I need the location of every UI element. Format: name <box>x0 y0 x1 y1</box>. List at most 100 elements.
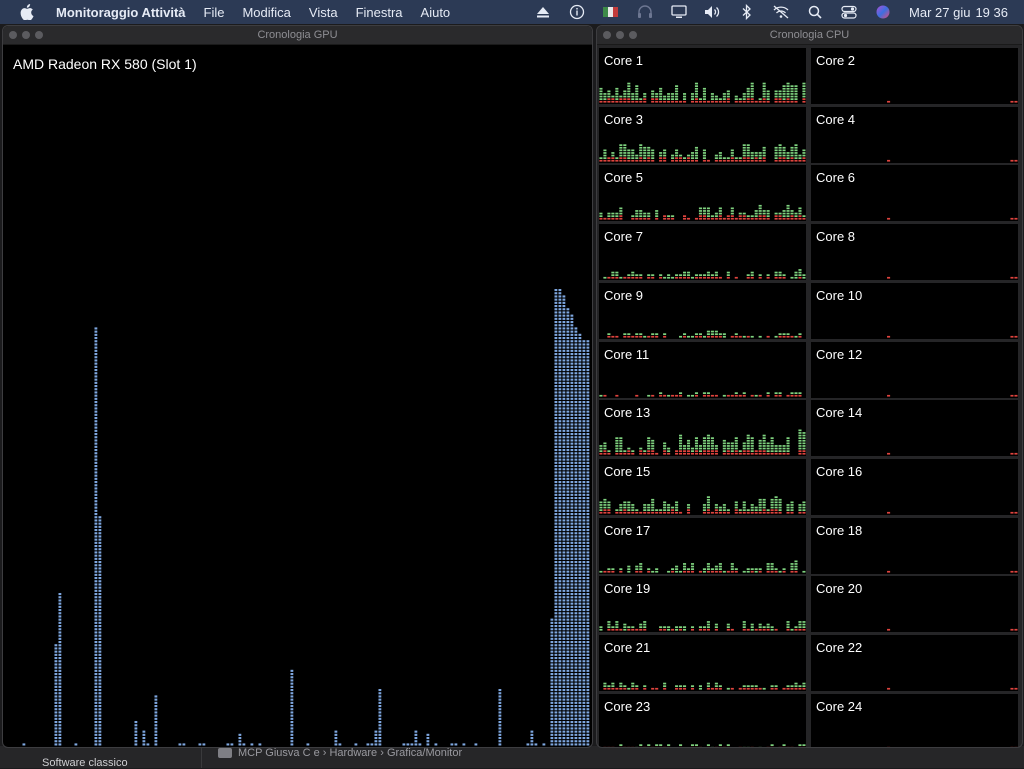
core-history-bar <box>599 570 603 573</box>
core-history-bar <box>782 567 786 573</box>
core-history-bar <box>734 95 738 103</box>
core-history-bar <box>794 560 798 573</box>
siri-icon[interactable] <box>866 0 900 24</box>
core-history-bar <box>686 440 691 455</box>
cpu-window-titlebar[interactable]: Cronologia CPU <box>597 26 1022 45</box>
info-icon[interactable] <box>560 0 594 24</box>
core-history-bar <box>631 746 635 747</box>
core-history-bar <box>702 567 706 573</box>
core-panel-4: Core 4 <box>811 106 1018 163</box>
core-history-bar <box>802 570 806 573</box>
core-history-bar <box>710 215 714 220</box>
core-panel-24: Core 24 <box>811 693 1018 747</box>
core-history-bar <box>651 746 655 747</box>
sidebar-item-software-classico[interactable]: Software classico <box>42 757 128 769</box>
gpu-history-bar <box>238 733 242 746</box>
gpu-window-titlebar[interactable]: Cronologia GPU <box>3 26 592 45</box>
core-history-bar <box>766 562 770 573</box>
core-panel-13: Core 13 <box>599 400 806 457</box>
core-history-bar <box>750 394 754 397</box>
search-icon[interactable] <box>798 0 832 24</box>
core-panel-23: Core 23 <box>599 693 806 747</box>
core-history-bar <box>754 450 758 455</box>
core-history-bar <box>762 498 766 514</box>
core-history-bar <box>798 621 802 631</box>
core-history-bar <box>718 276 722 279</box>
core-history-bar <box>702 207 706 220</box>
core-history-bar <box>671 629 675 631</box>
zoom-button[interactable] <box>35 31 43 39</box>
menu-modifica[interactable]: Modifica <box>242 5 290 20</box>
core-history-bar <box>786 151 790 162</box>
gpu-history-bar <box>366 743 370 746</box>
app-menu[interactable]: Monitoraggio Attività <box>56 5 186 20</box>
gpu-history-bar <box>198 743 202 746</box>
menu-aiuto[interactable]: Aiuto <box>421 5 451 20</box>
core-panel-6: Core 6 <box>811 165 1018 222</box>
apple-menu-icon[interactable] <box>16 0 38 24</box>
core-history-bar <box>627 501 631 514</box>
zoom-button[interactable] <box>629 31 637 39</box>
menu-finestra[interactable]: Finestra <box>356 5 403 20</box>
minimize-button[interactable] <box>616 31 624 39</box>
core-history-bar <box>651 274 655 279</box>
core-history-bar <box>611 626 615 631</box>
volume-icon[interactable] <box>696 0 730 24</box>
core-history-bar <box>690 626 695 631</box>
core-history-bar <box>790 85 794 103</box>
core-history-bar <box>619 437 623 455</box>
core-history-bar <box>766 274 770 279</box>
core-history-bar <box>762 626 766 631</box>
core-history-bar <box>726 442 730 455</box>
eject-icon[interactable] <box>526 0 560 24</box>
core-history-bar <box>774 629 778 631</box>
core-history-bar <box>706 330 710 338</box>
core-history-bar <box>663 95 667 103</box>
core-history-bar <box>643 335 647 338</box>
headphones-icon[interactable] <box>628 0 662 24</box>
wifi-off-icon[interactable] <box>764 0 798 24</box>
core-history-bar <box>887 746 891 747</box>
core-label: Core 7 <box>604 229 644 245</box>
minimize-button[interactable] <box>22 31 30 39</box>
menu-file[interactable]: File <box>204 5 225 20</box>
core-history-bar <box>643 685 647 690</box>
core-history-bar <box>635 746 639 747</box>
core-label: Core 9 <box>604 287 644 303</box>
close-button[interactable] <box>9 31 17 39</box>
breadcrumb-path[interactable]: MCP Giusva C e › Hardware › Grafica/Moni… <box>238 747 462 759</box>
gpu-window-title: Cronologia GPU <box>257 29 338 41</box>
core-history-bar <box>698 445 702 455</box>
core-history-bar <box>667 626 671 631</box>
menu-clock[interactable]: Mar 27 giu 19 36 <box>904 5 1008 20</box>
core-history-bar <box>798 154 802 162</box>
core-history-bar <box>802 82 806 103</box>
core-history-bar <box>730 562 734 573</box>
core-history-bar <box>607 567 611 573</box>
close-button[interactable] <box>603 31 611 39</box>
core-history-bar <box>774 445 778 455</box>
core-history-bar <box>778 143 782 162</box>
core-history-bar <box>698 207 702 220</box>
core-history-bar <box>627 687 631 690</box>
core-history-bar <box>623 90 627 103</box>
core-history-bar <box>766 391 770 397</box>
core-history-bar <box>730 394 734 397</box>
control-center-icon[interactable] <box>832 0 866 24</box>
core-label: Core 11 <box>604 346 650 362</box>
gpu-history-bar <box>578 333 582 746</box>
core-history-bar <box>647 503 651 514</box>
core-history-bar <box>619 276 623 279</box>
menu-vista[interactable]: Vista <box>309 5 338 20</box>
gpu-history-bar <box>98 516 102 746</box>
display-icon[interactable] <box>662 0 696 24</box>
gpu-history-bar <box>306 743 310 746</box>
core-history-bar <box>722 218 726 220</box>
core-panel-17: Core 17 <box>599 517 806 574</box>
core-history-bar <box>655 687 659 690</box>
bluetooth-icon[interactable] <box>730 0 764 24</box>
core-history-bar <box>710 93 714 103</box>
flag-icon[interactable] <box>594 0 628 24</box>
core-history-bar <box>702 149 706 162</box>
core-history-bar <box>738 746 742 747</box>
